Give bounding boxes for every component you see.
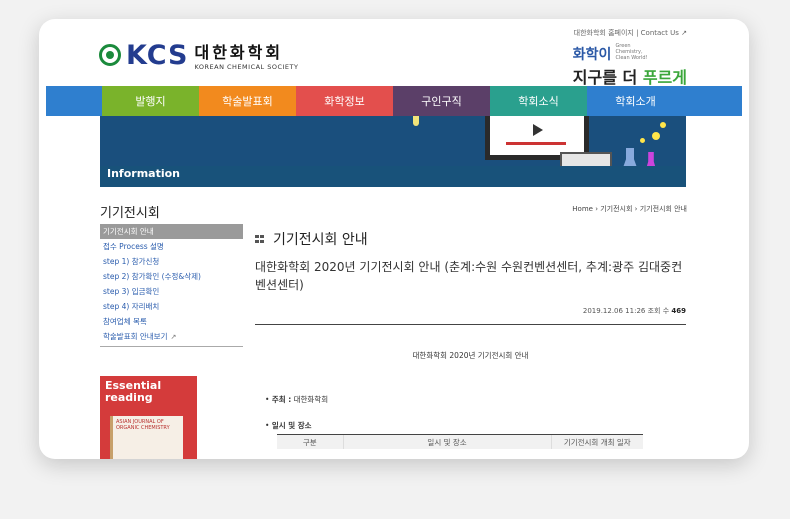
nav-item-jobs[interactable]: 구인구직 <box>393 86 490 116</box>
table-header-datetime-place: 일시 및 장소 <box>344 435 552 449</box>
main-content: 기기전시회 안내 대한화학회 2020년 기기전시회 안내 (춘계:수원 수원컨… <box>255 229 686 449</box>
article-title: 대한화학회 2020년 기기전시회 안내 (춘계:수원 수원컨벤션센터, 추계:… <box>255 260 683 292</box>
main-nav: 발행지 학술발표회 화학정보 구인구직 학회소식 학회소개 <box>46 86 742 116</box>
title-divider <box>255 324 686 325</box>
notice-heading: 대한화학회 2020년 기기전시회 안내 <box>412 351 529 360</box>
play-icon <box>533 124 543 136</box>
slogan-tag: Green Chemistry, Clean World! <box>615 43 648 61</box>
page-title: 기기전시회 안내 <box>273 232 368 248</box>
breadcrumb: Home › 기기전시회 › 기기전시회 안내 <box>572 204 687 214</box>
logo-kcs-text: KCS <box>126 39 189 71</box>
host-label: 주최 : <box>271 395 292 404</box>
views-label: 조회 수 <box>647 307 670 315</box>
schedule-line: • 일시 및 장소 <box>265 421 312 430</box>
bubble-icon <box>652 132 660 140</box>
table-header-exhibition-date: 기기전시회 개최 일자 <box>563 437 631 447</box>
article-meta: 2019.12.06 11:26 조회 수 469 <box>255 306 686 316</box>
sidebar-item-step2[interactable]: step 2) 참가확인 (수정&삭제) <box>100 269 243 284</box>
sidebar-divider <box>100 346 243 347</box>
bubble-icon <box>640 138 645 143</box>
hero-title: Information <box>107 167 180 180</box>
nav-item-conference[interactable]: 학술발표회 <box>199 86 296 116</box>
section-header: 기기전시회 안내 <box>255 229 686 249</box>
logo-text: 대한화학회 KOREAN CHEMICAL SOCIETY <box>194 39 298 71</box>
logo-korean: 대한화학회 <box>194 43 284 62</box>
nav-item-publication[interactable]: 발행지 <box>102 86 199 116</box>
bubble-icon <box>660 122 666 128</box>
sidebar-item-step4[interactable]: step 4) 자리배치 <box>100 299 243 314</box>
breadcrumb-section[interactable]: 기기전시회 <box>600 205 632 213</box>
views-count: 469 <box>671 307 686 315</box>
nav-item-chem-info[interactable]: 화학정보 <box>296 86 393 116</box>
sidebar-item-exhibition-info[interactable]: 기기전시회 안내 <box>100 224 243 239</box>
breadcrumb-home[interactable]: Home <box>572 205 593 213</box>
host-line: • 주최 : 대한화학회 <box>265 395 329 404</box>
schedule-table-header: 구분 일시 및 장소 기기전시회 개최 일자 <box>277 434 643 449</box>
external-link-icon: ↗ <box>681 29 687 37</box>
logo-english: KOREAN CHEMICAL SOCIETY <box>194 63 299 71</box>
browser-frame: 대한화학회 홈페이지 | Contact Us ↗ KCS 대한화학회 KORE… <box>39 19 749 459</box>
top-links[interactable]: 대한화학회 홈페이지 | Contact Us ↗ <box>574 28 687 38</box>
table-header-category: 구분 <box>277 435 344 449</box>
slogan-line1: 화학이 <box>572 47 612 63</box>
hero-banner: Information <box>100 116 686 187</box>
sidebar-item-conference-link[interactable]: 학술발표회 안내보기 ↗ <box>100 329 243 344</box>
sidebar-title: 기기전시회 <box>100 206 160 221</box>
journal-title: ASIAN JOURNAL OF ORGANIC CHEMISTRY <box>116 419 170 431</box>
breadcrumb-current: 기기전시회 안내 <box>639 205 687 213</box>
nav-item-news[interactable]: 학회소식 <box>490 86 587 116</box>
kcs-logo[interactable]: KCS 대한화학회 KOREAN CHEMICAL SOCIETY <box>99 39 298 71</box>
top-links-text[interactable]: 대한화학회 홈페이지 | Contact Us <box>574 29 679 37</box>
article-date: 2019.12.06 11:26 <box>582 307 646 315</box>
journal-cover: ASIAN JOURNAL OF ORGANIC CHEMISTRY <box>110 416 183 459</box>
slogan-line2a: 지구를 더 <box>572 68 643 87</box>
essential-reading-banner[interactable]: Essential reading ASIAN JOURNAL OF ORGAN… <box>100 376 197 459</box>
sidebar-item-conference-label[interactable]: 학술발표회 안내보기 <box>103 332 167 341</box>
progress-bar-illustration <box>506 142 566 145</box>
sidebar-menu: 기기전시회 안내 접수 Process 설명 step 1) 참가신청 step… <box>100 224 243 347</box>
kcs-emblem-icon <box>99 44 121 66</box>
hero-band <box>100 166 686 187</box>
slogan-line2b: 푸르게 <box>642 68 687 87</box>
nav-item-about[interactable]: 학회소개 <box>587 86 684 116</box>
sidebar-item-exhibitors[interactable]: 참여업체 목록 <box>100 314 243 329</box>
slogan: 화학이Green Chemistry, Clean World! 지구를 더 푸… <box>573 43 687 88</box>
schedule-label: 일시 및 장소 <box>271 421 312 430</box>
host-value: 대한화학회 <box>293 395 329 404</box>
sidebar-item-step1[interactable]: step 1) 참가신청 <box>100 254 243 269</box>
external-link-icon: ↗ <box>170 333 177 341</box>
sidebar-item-process[interactable]: 접수 Process 설명 <box>100 239 243 254</box>
sidebar-item-step3[interactable]: step 3) 입금확인 <box>100 284 243 299</box>
grid-icon <box>255 235 265 243</box>
nav-left-spacer <box>46 86 102 116</box>
banner-title: Essential reading <box>105 379 162 404</box>
lightbulb-icon <box>413 116 419 126</box>
